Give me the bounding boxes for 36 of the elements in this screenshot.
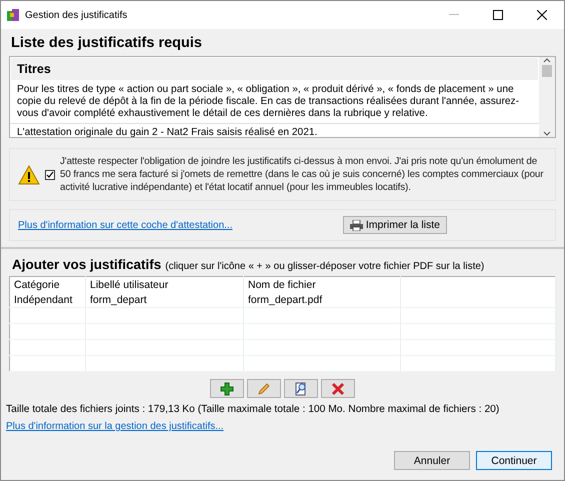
scroll-up-icon[interactable] bbox=[543, 57, 551, 63]
warning-icon bbox=[18, 164, 40, 184]
attestation-checkbox[interactable] bbox=[45, 170, 55, 180]
printer-icon bbox=[350, 220, 363, 230]
plus-icon bbox=[220, 382, 234, 396]
delete-icon bbox=[331, 382, 345, 396]
app-icon bbox=[7, 9, 19, 21]
size-info-text: Taille totale des fichiers joints : 179,13 Ko (Taille maximale totale : 100 Mo. Nombre maximal de fichiers : 20) bbox=[6, 404, 500, 415]
scroll-thumb[interactable] bbox=[542, 65, 552, 77]
pencil-icon bbox=[257, 382, 271, 396]
window-title: Gestion des justificatifs bbox=[25, 10, 128, 20]
column-header[interactable]: Catégorie bbox=[10, 276, 86, 292]
print-button[interactable]: Imprimer la liste bbox=[342, 216, 447, 234]
column-header[interactable]: Nom de fichier bbox=[244, 276, 400, 292]
attestation-text: J'atteste respecter l'obligation de joindre les justificatifs ci-dessus à mon envoi. J'ai pris note qu'un émolument de 50 francs me sera facturé si j'omets de remettre (dans le cas où je suis concerné) les comptes commerciaux (pour activité lucrative indépendante) et l'état locatif annuel (pour les immeubles locatifs). bbox=[60, 155, 544, 194]
dialog-button[interactable]: Continuer bbox=[476, 451, 552, 470]
instruction-text: (cliquer sur l'icône « + » ou glisser-déposer votre fichier PDF sur la liste) bbox=[165, 261, 484, 272]
section-heading: Liste des justificatifs requis bbox=[11, 35, 203, 51]
table-cell: form_depart bbox=[86, 292, 244, 308]
table-cell: form_depart.pdf bbox=[244, 292, 400, 308]
list-item[interactable]: Pour les titres de type « action ou part sociale », « obligation », « produit dérivé », « fonds de placement » une copie du relevé de dépôt à la fin de la période fiscale. En cas de transactions réalisées durant l'année, assurez-vous d'avoir complété exhaustivement le détail de ces dernières dans la rubrique y relative. bbox=[10, 81, 539, 124]
toolbar-button[interactable] bbox=[284, 379, 318, 398]
scrollbar[interactable] bbox=[539, 57, 555, 137]
magnifier-icon bbox=[294, 382, 308, 396]
table-cell: Indépendant bbox=[10, 292, 86, 308]
group-header: Titres bbox=[11, 58, 538, 80]
column-header[interactable]: Libellé utilisateur bbox=[86, 276, 244, 292]
toolbar-button[interactable] bbox=[321, 379, 355, 398]
dialog-button[interactable]: Annuler bbox=[394, 451, 470, 470]
toolbar-button[interactable] bbox=[210, 379, 244, 398]
help-link[interactable]: Plus d'information sur la gestion des justificatifs... bbox=[6, 421, 224, 432]
attestation-info-link[interactable]: Plus d'information sur cette coche d'attestation... bbox=[18, 220, 232, 231]
scroll-down-icon[interactable] bbox=[543, 131, 551, 137]
maximize-icon[interactable] bbox=[493, 10, 503, 20]
close-icon[interactable] bbox=[537, 10, 547, 20]
section-heading: Ajouter vos justificatifs bbox=[12, 257, 162, 272]
